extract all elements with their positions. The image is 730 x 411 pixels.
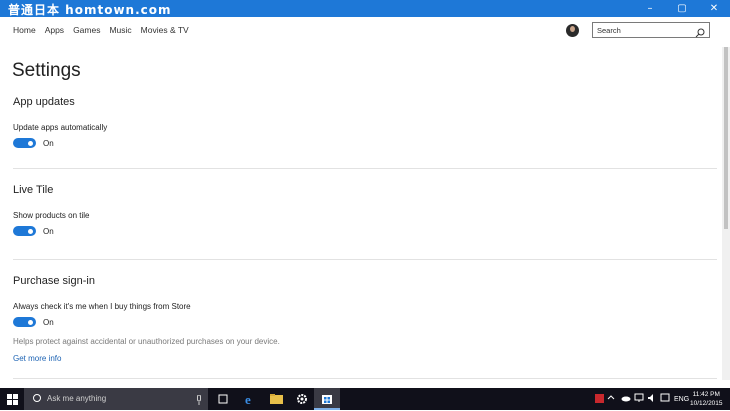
show-products-state: On [43,227,54,236]
update-apps-label: Update apps automatically [13,123,108,132]
divider [13,378,717,379]
nav-movies-tv[interactable]: Movies & TV [141,25,189,35]
nav-music[interactable]: Music [109,25,131,35]
always-check-state: On [43,318,54,327]
nav-apps[interactable]: Apps [45,25,64,35]
volume-icon[interactable] [647,393,657,405]
windows-logo-icon [6,393,18,405]
start-button[interactable] [0,388,24,410]
file-explorer-icon[interactable] [263,388,289,410]
search-icon[interactable] [695,25,705,43]
tray-app-icon[interactable] [595,394,604,405]
task-view-icon[interactable] [210,388,236,410]
show-products-toggle[interactable] [13,226,36,236]
svg-text:e: e [245,393,251,405]
title-bar: 普通日本 homtown.com – ▢ ✕ [0,0,730,17]
close-button[interactable]: ✕ [698,0,730,17]
always-check-toggle[interactable] [13,317,36,327]
edge-icon[interactable]: e [237,388,263,410]
minimize-button[interactable]: – [634,0,666,17]
store-icon[interactable] [314,388,340,410]
purchase-signin-heading: Purchase sign-in [13,275,95,287]
search-placeholder[interactable]: Search [597,26,621,35]
window-controls: – ▢ ✕ [634,0,730,17]
purchase-note: Helps protect against accidental or unau… [13,337,280,346]
top-nav: Home Apps Games Music Movies & TV [13,25,198,35]
always-check-label: Always check it's me when I buy things f… [13,302,191,311]
cortana-icon [33,394,41,402]
live-tile-heading: Live Tile [13,184,54,196]
microphone-icon[interactable] [196,393,202,411]
avatar[interactable] [566,24,579,37]
divider [13,259,717,260]
language-indicator[interactable]: ENG [674,396,689,403]
network-icon[interactable] [634,393,644,405]
clock-time: 11:42 PM [692,391,720,398]
cortana-placeholder[interactable]: Ask me anything [47,394,106,403]
search-box[interactable]: Search [592,22,710,38]
nav-games[interactable]: Games [73,25,100,35]
show-products-label: Show products on tile [13,211,90,220]
onedrive-icon[interactable] [621,393,631,405]
settings-gear-icon[interactable] [289,388,315,410]
app-updates-heading: App updates [13,96,75,108]
update-apps-state: On [43,139,54,148]
update-apps-toggle[interactable] [13,138,36,148]
watermark: 普通日本 homtown.com [8,3,172,17]
cortana-search-box[interactable]: Ask me anything [24,388,208,410]
clock[interactable]: 11:42 PM 10/12/2015 [690,390,723,408]
tray-expand-icon[interactable] [607,393,615,405]
get-more-info-link[interactable]: Get more info [13,354,61,363]
restore-button[interactable]: ▢ [666,0,698,17]
action-center-icon[interactable] [660,393,670,405]
vertical-scrollbar[interactable] [722,47,730,380]
clock-date: 10/12/2015 [690,400,723,407]
page-title: Settings [12,60,81,81]
scroll-thumb[interactable] [724,47,728,229]
taskbar: Ask me anything e ENG 11:42 PM 10/12/201… [0,388,730,410]
divider [13,168,717,169]
nav-home[interactable]: Home [13,25,36,35]
